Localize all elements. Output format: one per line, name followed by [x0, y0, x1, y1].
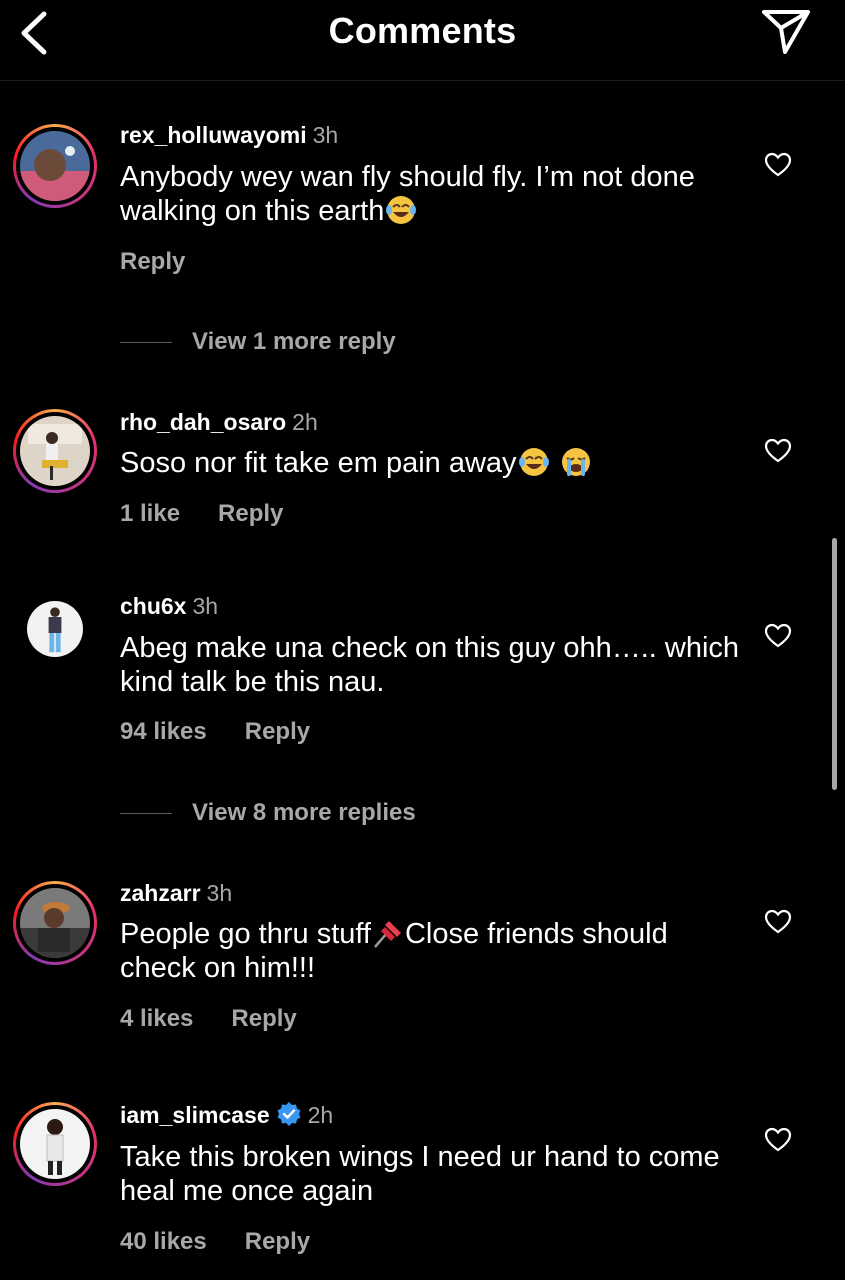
avatar[interactable]	[13, 409, 97, 493]
comment-text: People go thru stuff	[120, 918, 371, 950]
heart-outline-icon[interactable]	[764, 438, 792, 464]
pushpin-emoji	[374, 921, 401, 948]
timestamp: 3h	[312, 122, 339, 148]
like-count[interactable]: 40 likes	[120, 1228, 207, 1255]
comment-text: Take this broken wings I need ur hand to…	[120, 1141, 720, 1207]
send-icon	[762, 10, 810, 54]
timestamp: 2h	[307, 1102, 334, 1128]
page-title: Comments	[328, 10, 517, 51]
username[interactable]: iam_slimcase	[120, 1102, 270, 1128]
timestamp: 3h	[206, 880, 233, 906]
divider-line	[120, 342, 172, 344]
heart-outline-icon[interactable]	[764, 1127, 792, 1153]
avatar[interactable]	[13, 124, 97, 208]
reply-button[interactable]: Reply	[218, 500, 283, 527]
avatar[interactable]	[13, 1102, 97, 1186]
reply-button[interactable]: Reply	[231, 1005, 296, 1032]
view-more-replies[interactable]: View 8 more replies	[120, 799, 416, 827]
crying-emoji	[561, 448, 590, 476]
scrollbar[interactable]	[832, 538, 837, 790]
timestamp: 2h	[292, 409, 318, 435]
like-count[interactable]: 4 likes	[120, 1005, 193, 1032]
timestamp: 3h	[192, 593, 219, 619]
comment-text: Abeg make una check on this guy ohh….. w…	[120, 632, 740, 698]
view-more-replies[interactable]: View 1 more reply	[120, 328, 396, 356]
view-more-label: View 1 more reply	[192, 328, 396, 355]
reply-button[interactable]: Reply	[120, 248, 185, 275]
like-count[interactable]: 94 likes	[120, 718, 207, 745]
username[interactable]: chu6x	[120, 593, 186, 619]
heart-outline-icon[interactable]	[764, 909, 792, 935]
username[interactable]: rho_dah_osaro	[120, 409, 286, 435]
heart-outline-icon[interactable]	[764, 152, 792, 178]
reply-button[interactable]: Reply	[245, 718, 310, 745]
divider-line	[120, 813, 172, 815]
avatar[interactable]	[13, 881, 97, 965]
like-count[interactable]: 1 like	[120, 500, 180, 527]
verified-badge-icon	[277, 1102, 301, 1126]
heart-outline-icon[interactable]	[764, 623, 792, 649]
send-button[interactable]	[761, 8, 811, 54]
username[interactable]: zahzarr	[120, 880, 201, 906]
comment-text: Soso nor fit take em pain away	[120, 447, 517, 479]
reply-button[interactable]: Reply	[245, 1228, 310, 1255]
laughing-emoji	[386, 196, 417, 224]
username[interactable]: rex_holluwayomi	[120, 122, 307, 148]
laughing-emoji	[518, 448, 549, 476]
avatar[interactable]	[13, 587, 97, 671]
view-more-label: View 8 more replies	[192, 799, 416, 826]
header-bar: Comments	[0, 0, 845, 81]
